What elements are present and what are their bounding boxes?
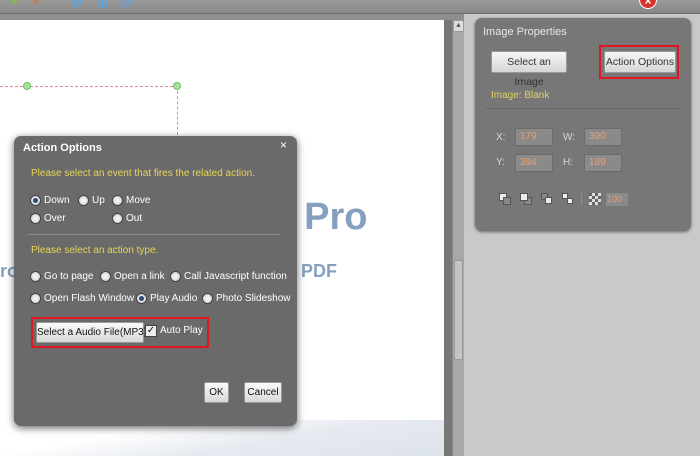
brand-text-fragment: PDF [301, 261, 337, 281]
divider [27, 234, 280, 235]
close-icon[interactable]: × [280, 138, 287, 152]
vertical-scrollbar[interactable]: ▲ [452, 20, 464, 456]
panel-title: Image Properties [483, 26, 567, 38]
canvas-shadow [444, 20, 452, 456]
divider [485, 108, 681, 109]
w-field[interactable]: 390 [584, 128, 622, 146]
w-label: W: [563, 132, 576, 143]
select-audio-file-button[interactable]: Select a Audio File(MP3) [36, 322, 147, 343]
scroll-up-icon[interactable]: ▲ [453, 20, 464, 32]
cancel-button[interactable]: Cancel [244, 382, 282, 403]
opacity-field[interactable]: 100 [606, 193, 628, 206]
x-field[interactable]: 179 [515, 128, 553, 146]
image-info: Image: Blank [491, 90, 550, 101]
redo-icon[interactable]: ↷ [6, 0, 19, 12]
selection-handle[interactable] [23, 82, 31, 90]
selection-handle[interactable] [173, 82, 181, 90]
y-label: Y: [496, 157, 505, 168]
h-field[interactable]: 189 [584, 154, 622, 172]
zoom-in-icon[interactable]: ⊕ [70, 0, 83, 12]
autoplay-label: Auto Play [160, 325, 203, 336]
action-prompt: Please select an action type. [31, 245, 159, 256]
image-properties-panel: Image Properties Select an Image Action … [475, 18, 691, 231]
undo-icon[interactable]: ↶ [32, 0, 45, 12]
y-field[interactable]: 394 [515, 154, 553, 172]
bring-forward-icon[interactable] [520, 193, 532, 205]
close-icon[interactable]: × [639, 0, 657, 9]
h-label: H: [563, 157, 573, 168]
event-prompt: Please select an event that fires the re… [31, 168, 256, 179]
ok-button[interactable]: OK [204, 382, 229, 403]
dialog-title: Action Options [23, 142, 102, 154]
scroll-thumb[interactable] [454, 260, 463, 360]
x-label: X: [496, 132, 506, 143]
fit-icon[interactable]: ⊞ [96, 0, 109, 12]
zoom-out-icon[interactable]: ⊖ [120, 0, 133, 12]
select-image-button[interactable]: Select an Image [491, 51, 567, 88]
toolbar: ↷ ↶ ⊕ ⊞ ⊖ × [0, 0, 700, 14]
action-options-dialog: Action Options × Please select an event … [14, 136, 297, 426]
action-options-button[interactable]: Action Options [604, 51, 676, 73]
bring-to-front-icon[interactable] [499, 193, 511, 205]
divider [581, 191, 582, 207]
send-backward-icon[interactable] [541, 193, 553, 205]
autoplay-checkbox[interactable]: ✓ [145, 325, 157, 337]
opacity-icon [589, 193, 601, 205]
send-to-back-icon[interactable] [562, 193, 574, 205]
